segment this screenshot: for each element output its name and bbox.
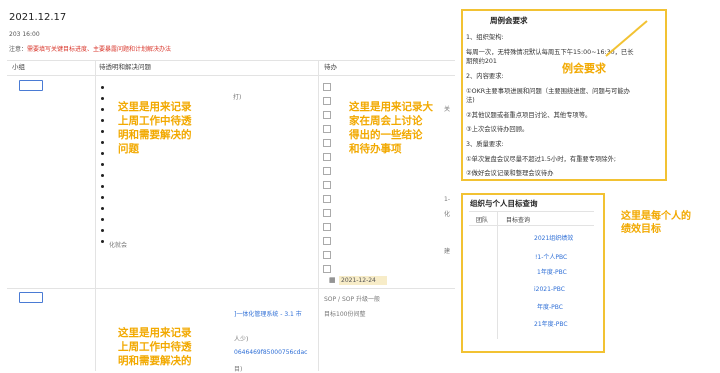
table-top-border [7, 60, 455, 61]
table-header-border [7, 75, 455, 76]
note-prefix: 注意： [9, 46, 28, 53]
goal-link[interactable]: 年度-PBC [537, 302, 563, 311]
todo-fragment: 建 [444, 248, 451, 255]
bullet-marker [101, 141, 104, 144]
annotation-issues: 这里是用来记录 上周工作中待透 明和需要解决的 问题 [118, 101, 192, 155]
page-note: 注意：需要填写关键目标进度、主要暴露问题和计划解决办法 [9, 44, 171, 53]
bullet-marker [101, 185, 104, 188]
group-select[interactable] [19, 292, 43, 303]
meeting-line: ②其他议题或者重点项目讨论、其他专项等。 [466, 112, 592, 119]
meeting-line: ①单次复盘会议尽量不超过1.5小时，有重要专项除外; [466, 156, 617, 163]
goal-link[interactable]: i2021-PBC [534, 286, 565, 293]
meeting-line: ①OKR主要事项进展和问题（主要围绕进度、问题与可能办 [466, 88, 630, 95]
col-header-issues: 待透明和解决问题 [99, 63, 151, 71]
note-warning: 需要填写关键目标进度、主要暴露问题和计划解决办法 [27, 46, 172, 53]
goal-link[interactable]: 2021组织绩效 [534, 233, 573, 242]
todo-checkbox[interactable] [323, 97, 331, 105]
goal-link[interactable]: 21年度-PBC [534, 319, 568, 328]
todo-checkbox[interactable] [323, 125, 331, 133]
annotation-goals: 这里是每个人的 绩效目标 [621, 211, 691, 235]
issue-fragment-right: 打) [233, 94, 242, 101]
todo-checkbox[interactable] [323, 237, 331, 245]
todo-checkbox[interactable] [323, 195, 331, 203]
todo-due-date[interactable]: 2021-12-24 [339, 276, 387, 285]
row-divider [7, 288, 455, 289]
todo-checkbox[interactable] [323, 153, 331, 161]
bullet-marker [101, 108, 104, 111]
todo-checkbox[interactable] [323, 111, 331, 119]
todo-target: 目标100份间整 [324, 311, 366, 318]
bullet-marker [101, 97, 104, 100]
todo-fragment: 关 [444, 106, 451, 113]
issue-person: 人少) [234, 336, 249, 343]
goals-col-team: 团队 [476, 217, 489, 224]
page-date: 2021.12.17 [9, 12, 67, 23]
calendar-icon: ▦ [329, 276, 336, 284]
hash-link[interactable]: 0646469f85000756cdac [234, 349, 307, 356]
goals-divider [469, 211, 594, 212]
bullet-marker [101, 207, 104, 210]
goals-title: 组织与个人目标查询 [470, 199, 538, 208]
meeting-time: 203 16:00 [9, 31, 40, 38]
bullet-marker [101, 163, 104, 166]
bullet-marker [101, 130, 104, 133]
goals-col-divider [497, 211, 498, 339]
todo-checkbox[interactable] [323, 209, 331, 217]
system-link[interactable]: ]一体化管理系统 - 3.1 市 [234, 309, 302, 318]
meeting-line: 2、内容要求: [466, 73, 504, 80]
issue-fragment: 化就会 [109, 242, 128, 249]
col-header-todo: 待办 [324, 63, 337, 71]
todo-checkbox[interactable] [323, 251, 331, 259]
bullet-marker [101, 174, 104, 177]
goal-link[interactable]: 1年度-PBC [537, 267, 567, 276]
pointer-arrow [605, 20, 648, 57]
bullet-marker [101, 119, 104, 122]
goals-col-query: 目标查询 [506, 217, 531, 224]
col-divider-2 [318, 60, 319, 371]
todo-sop: SOP / SOP 升级一般 [324, 296, 381, 303]
bullet-marker [101, 229, 104, 232]
col-divider-1 [95, 60, 96, 371]
meeting-line: 1、组织架构: [466, 34, 504, 41]
meeting-line: ③上次会议待办回顾。 [466, 126, 529, 133]
goals-header-divider [469, 225, 594, 226]
bullet-marker [101, 240, 104, 243]
bullet-marker [101, 152, 104, 155]
todo-checkbox[interactable] [323, 181, 331, 189]
meeting-line: 期预约201 [466, 58, 497, 65]
todo-fragment: 1- [444, 196, 450, 203]
todo-checkbox[interactable] [323, 265, 331, 273]
todo-checkbox[interactable] [323, 223, 331, 231]
issue-tail: 目) [234, 366, 243, 373]
todo-checkbox[interactable] [323, 167, 331, 175]
bullet-marker [101, 218, 104, 221]
annotation-meeting-req: 例会要求 [562, 62, 606, 75]
goal-link[interactable]: !1-个人PBC [535, 252, 567, 261]
bullet-marker [101, 196, 104, 199]
annotation-todo: 这里是用来记录大 家在周会上讨论 得出的一些结论 和待办事项 [349, 101, 433, 155]
col-header-group: 小组 [12, 63, 25, 71]
group-select[interactable] [19, 80, 43, 91]
todo-fragment: 化 [444, 211, 451, 218]
todo-checkbox[interactable] [323, 139, 331, 147]
meeting-line: ②做好会议记录和整理会议待办 [466, 170, 554, 177]
todo-checkbox[interactable] [323, 83, 331, 91]
bullet-marker [101, 86, 104, 89]
meeting-title: 周例会要求 [490, 16, 528, 25]
meeting-line: 法) [466, 97, 475, 104]
meeting-line: 3、质量要求: [466, 141, 504, 148]
annotation-issues-2: 这里是用来记录 上周工作中待透 明和需要解决的 [118, 327, 192, 367]
